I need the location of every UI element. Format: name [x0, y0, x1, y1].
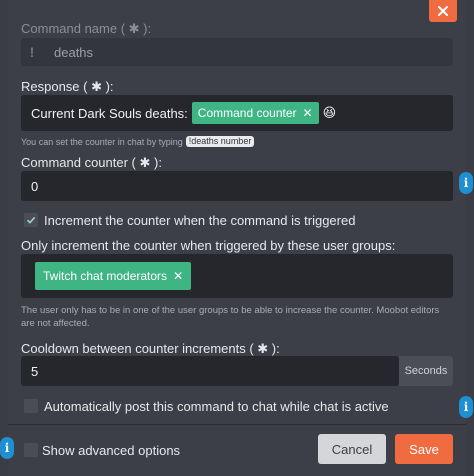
increment-checkbox-label: Increment the counter when the command i…: [44, 213, 356, 228]
cooldown-value: 5: [31, 364, 39, 379]
response-label: Response ( ✱ ):: [21, 79, 114, 94]
command-counter-label: Command counter ( ✱ ):: [21, 155, 162, 170]
checkmark-icon: [26, 216, 36, 224]
increment-checkbox[interactable]: [24, 213, 38, 227]
command-prefix: !: [29, 44, 35, 60]
close-button[interactable]: [429, 0, 457, 22]
response-hint: You can set the counter in chat by typin…: [21, 136, 255, 147]
footer-divider: [8, 424, 466, 425]
autopost-checkbox-label: Automatically post this command to chat …: [44, 399, 389, 414]
laughing-emoji: 😆: [322, 105, 337, 120]
user-groups-input[interactable]: Twitch chat moderators ✕: [21, 254, 453, 298]
counter-variable-tag[interactable]: Command counter ✕: [191, 102, 319, 124]
advanced-options-checkbox[interactable]: [24, 443, 38, 457]
command-name-label: Command name ( ✱ ):: [21, 21, 152, 36]
autopost-info-icon[interactable]: i: [459, 396, 473, 418]
autopost-checkbox[interactable]: [24, 399, 38, 413]
advanced-options-label: Show advanced options: [42, 443, 181, 458]
response-hint-code: !deaths number: [185, 136, 255, 147]
cooldown-label: Cooldown between counter increments ( ✱ …: [21, 341, 280, 356]
response-input[interactable]: Current Dark Souls deaths: Command count…: [21, 95, 453, 131]
edit-command-dialog: Command name ( ✱ ): ! deaths Response ( …: [0, 0, 473, 476]
counter-info-icon[interactable]: i: [459, 172, 473, 194]
close-icon: [438, 6, 448, 16]
user-group-tag-label: Twitch chat moderators: [43, 269, 168, 283]
save-button[interactable]: Save: [395, 434, 453, 464]
remove-tag-icon[interactable]: ✕: [303, 106, 313, 120]
user-groups-label: Only increment the counter when triggere…: [21, 238, 396, 253]
user-groups-hint: The user only has to be in one of the us…: [21, 305, 440, 329]
response-hint-text: You can set the counter in chat by typin…: [21, 136, 183, 147]
cancel-button[interactable]: Cancel: [318, 434, 386, 464]
counter-variable-tag-label: Command counter: [197, 106, 297, 120]
command-name-value: deaths: [54, 45, 94, 60]
advanced-info-icon[interactable]: i: [0, 437, 14, 459]
command-name-field: ! deaths: [21, 38, 453, 66]
remove-tag-icon[interactable]: ✕: [173, 269, 183, 283]
response-text: Current Dark Souls deaths:: [31, 105, 188, 121]
cooldown-input[interactable]: 5: [21, 356, 399, 386]
command-counter-value: 0: [31, 179, 39, 194]
command-counter-input[interactable]: 0: [21, 171, 453, 201]
cooldown-unit: Seconds: [399, 356, 453, 386]
user-group-tag[interactable]: Twitch chat moderators ✕: [35, 262, 192, 290]
